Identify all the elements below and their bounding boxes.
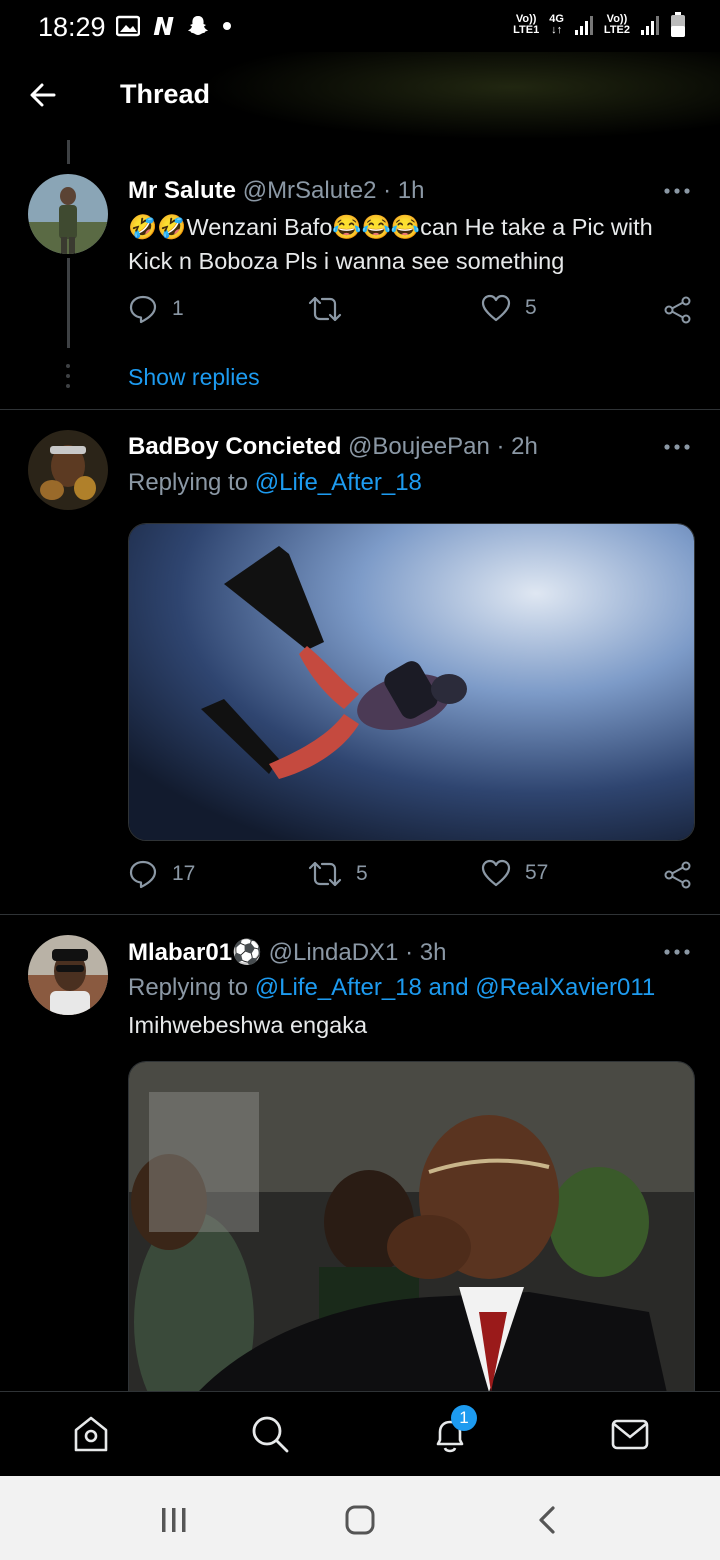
signal-icon <box>574 16 593 35</box>
sim2-label: LTE2 <box>603 24 630 36</box>
author-name[interactable]: Mr Salute <box>128 177 236 204</box>
tweet-image[interactable] <box>128 523 695 841</box>
status-bar: 18:29 Vo)) LTE1 4G ↓↑ Vo)) LTE2 <box>0 0 720 52</box>
retweet-icon <box>308 296 342 322</box>
tweet-actions: 1 5 <box>128 294 693 334</box>
more-options-icon[interactable] <box>664 443 690 451</box>
status-time: 18:29 <box>38 12 106 42</box>
bottom-nav <box>0 1391 720 1477</box>
author-handle: @MrSalute2 <box>242 177 377 204</box>
battery-icon <box>671 12 685 37</box>
reply-count: 17 <box>172 862 196 885</box>
like-button[interactable]: 57 <box>481 859 548 887</box>
avatar[interactable] <box>28 174 108 254</box>
divider <box>0 409 720 410</box>
snapchat-icon <box>188 16 208 35</box>
share-icon[interactable] <box>664 861 692 889</box>
home-icon[interactable] <box>72 1414 110 1454</box>
thread-line <box>67 140 70 164</box>
reply-icon <box>129 295 157 324</box>
like-button[interactable]: 5 <box>481 294 537 322</box>
author-handle: @BoujeePan <box>348 433 490 460</box>
tweet-actions: 17 5 57 <box>128 859 693 899</box>
retweet-icon <box>308 861 342 887</box>
author-handle: @LindaDX1 <box>268 939 399 966</box>
diver-image <box>129 524 694 840</box>
tweet-time: · 3h <box>405 939 447 966</box>
laughing-man-image <box>129 1062 694 1402</box>
tweet-text: Imihwebeshwa engaka <box>128 1012 368 1038</box>
heart-icon <box>481 859 511 887</box>
page-title: Thread <box>120 79 211 109</box>
divider <box>0 914 720 915</box>
reply-button[interactable]: 17 <box>128 859 195 889</box>
author-name[interactable]: BadBoy Concieted <box>128 433 341 460</box>
home-button-icon[interactable] <box>344 1504 376 1536</box>
back-button-icon[interactable] <box>536 1504 558 1536</box>
system-nav-bar <box>0 1476 720 1560</box>
thread-dots <box>66 364 70 388</box>
like-count: 57 <box>525 861 549 884</box>
like-count: 5 <box>525 296 537 319</box>
retweet-button[interactable]: 5 <box>308 859 368 889</box>
tweet-image[interactable] <box>128 1061 695 1402</box>
avatar[interactable] <box>28 430 108 510</box>
replying-prefix: Replying to <box>128 974 249 1001</box>
tweet-time: · 1h <box>383 177 425 204</box>
author-name[interactable]: Mlabar01⚽ <box>128 939 262 966</box>
retweet-button[interactable] <box>308 294 356 324</box>
sim1-label: LTE1 <box>513 24 540 36</box>
back-arrow-icon[interactable] <box>28 80 58 110</box>
thread-line <box>67 258 70 348</box>
tweet-time: · 2h <box>496 433 538 460</box>
recent-apps-icon[interactable] <box>160 1506 188 1534</box>
share-icon[interactable] <box>664 296 692 324</box>
more-options-icon[interactable] <box>664 948 690 956</box>
replying-prefix: Replying to <box>128 469 249 496</box>
tweet-text: 🤣🤣Wenzani Bafo😂😂😂can He take a Pic with … <box>128 214 653 274</box>
show-replies-link[interactable]: Show replies <box>128 364 260 391</box>
retweet-count: 5 <box>356 862 368 885</box>
more-options-icon[interactable] <box>664 187 690 195</box>
reply-icon <box>129 860 157 889</box>
signal-icon <box>641 16 659 35</box>
replying-to-link[interactable]: @Life_After_18 and @RealXavier011 <box>255 974 656 1001</box>
reply-button[interactable]: 1 <box>128 294 184 324</box>
netflix-icon <box>153 17 174 35</box>
messages-icon[interactable] <box>610 1414 650 1454</box>
replying-to-link[interactable]: @Life_After_18 <box>255 469 422 496</box>
heart-icon <box>481 294 511 322</box>
notification-badge: 1 <box>451 1405 477 1431</box>
avatar[interactable] <box>28 935 108 1015</box>
gallery-icon <box>116 15 140 37</box>
search-icon[interactable] <box>250 1414 290 1454</box>
dot-icon <box>223 22 231 30</box>
top-bar: Thread <box>0 52 720 140</box>
reply-count: 1 <box>172 297 184 320</box>
